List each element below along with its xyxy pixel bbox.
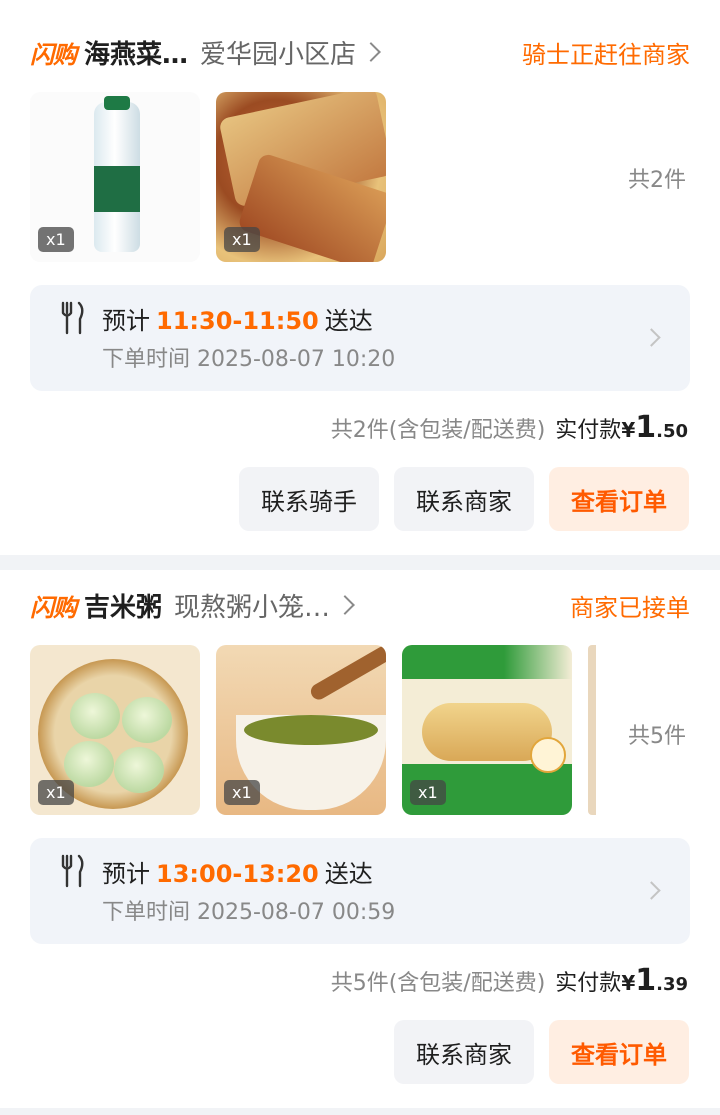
item-qty: x1 bbox=[410, 780, 446, 805]
chevron-right-icon[interactable] bbox=[335, 595, 355, 615]
shop-name[interactable]: 吉米粥 bbox=[84, 587, 162, 624]
brand-logo: 闪购 bbox=[30, 593, 77, 622]
item-qty: x1 bbox=[38, 780, 74, 805]
amount-integer: 1 bbox=[635, 963, 657, 998]
total-description: 共2件(含包装/配送费) bbox=[330, 418, 546, 443]
item-image-partial[interactable] bbox=[588, 645, 596, 815]
view-order-button[interactable]: 查看订单 bbox=[549, 1020, 689, 1084]
order-card[interactable]: 闪购 吉米粥 现熬粥小笼… 商家已接单 x1 x1 x1 共5件 预计 13:0… bbox=[0, 570, 720, 1108]
contact-rider-button[interactable]: 联系骑手 bbox=[239, 467, 379, 531]
paid-label: 实付款 bbox=[555, 971, 622, 996]
item-count: 共2件 bbox=[628, 168, 686, 193]
item-image-water-bottle[interactable]: x1 bbox=[30, 92, 200, 262]
amount-decimal: .50 bbox=[656, 421, 688, 442]
item-image-green-porridge[interactable]: x1 bbox=[216, 645, 386, 815]
order-card[interactable]: 闪购 海燕菜… 爱华园小区店 骑士正赶往商家 x1 x1 共2件 预计 11:30 bbox=[0, 0, 720, 555]
shop-branch[interactable]: 爱华园小区店 bbox=[200, 34, 356, 71]
currency-symbol: ¥ bbox=[621, 418, 636, 442]
estimated-delivery: 预计 13:00-13:20 送达 bbox=[102, 854, 373, 889]
eta-suffix: 送达 bbox=[324, 860, 373, 888]
item-thumbnails[interactable]: x1 x1 bbox=[30, 92, 386, 262]
order-status: 骑士正赶往商家 bbox=[522, 40, 690, 69]
paid-label: 实付款 bbox=[555, 418, 622, 443]
currency-symbol: ¥ bbox=[621, 971, 636, 995]
total-description: 共5件(含包装/配送费) bbox=[330, 971, 546, 996]
delivery-info[interactable]: 预计 11:30-11:50 送达 下单时间 2025-08-07 10:20 bbox=[30, 285, 690, 391]
item-image-steamed-buns[interactable]: x1 bbox=[30, 645, 200, 815]
item-thumbnails[interactable]: x1 x1 x1 bbox=[30, 645, 596, 815]
order-time: 下单时间 2025-08-07 00:59 bbox=[102, 900, 396, 925]
order-time: 下单时间 2025-08-07 10:20 bbox=[102, 347, 396, 372]
eta-suffix: 送达 bbox=[324, 307, 373, 335]
chevron-right-icon[interactable] bbox=[361, 42, 381, 62]
item-qty: x1 bbox=[38, 227, 74, 252]
amount-integer: 1 bbox=[635, 410, 657, 445]
shop-branch[interactable]: 现熬粥小笼… bbox=[174, 587, 330, 624]
eta-prefix: 预计 bbox=[102, 860, 150, 888]
order-actions: 联系骑手 联系商家 查看订单 bbox=[239, 467, 689, 531]
item-image-pancake-roll[interactable]: x1 bbox=[216, 92, 386, 262]
utensils-icon bbox=[61, 301, 84, 335]
order-header[interactable]: 闪购 吉米粥 现熬粥小笼… 商家已接单 bbox=[30, 580, 690, 630]
item-qty: x1 bbox=[224, 780, 260, 805]
view-order-button[interactable]: 查看订单 bbox=[549, 467, 689, 531]
shop-name[interactable]: 海燕菜… bbox=[84, 34, 188, 71]
item-image-egg-wrap[interactable]: x1 bbox=[402, 645, 572, 815]
contact-merchant-button[interactable]: 联系商家 bbox=[394, 467, 534, 531]
order-total: 共5件(含包装/配送费) 实付款 ¥ 1 .39 bbox=[331, 963, 688, 998]
amount-decimal: .39 bbox=[656, 974, 688, 995]
order-list: 闪购 海燕菜… 爱华园小区店 骑士正赶往商家 x1 x1 共2件 预计 11:30 bbox=[0, 0, 720, 1115]
eta-prefix: 预计 bbox=[102, 307, 150, 335]
estimated-delivery: 预计 11:30-11:50 送达 bbox=[102, 301, 373, 336]
utensils-icon bbox=[61, 854, 84, 888]
delivery-info[interactable]: 预计 13:00-13:20 送达 下单时间 2025-08-07 00:59 bbox=[30, 838, 690, 944]
contact-merchant-button[interactable]: 联系商家 bbox=[394, 1020, 534, 1084]
brand-logo: 闪购 bbox=[30, 40, 77, 69]
order-status: 商家已接单 bbox=[570, 593, 690, 622]
item-qty: x1 bbox=[224, 227, 260, 252]
item-count: 共5件 bbox=[628, 724, 686, 749]
order-actions: 联系商家 查看订单 bbox=[394, 1020, 689, 1084]
chevron-right-icon[interactable] bbox=[642, 328, 661, 347]
order-total: 共2件(含包装/配送费) 实付款 ¥ 1 .50 bbox=[331, 410, 688, 445]
chevron-right-icon[interactable] bbox=[642, 881, 661, 900]
eta-time: 13:00-13:20 bbox=[156, 860, 319, 888]
order-header[interactable]: 闪购 海燕菜… 爱华园小区店 骑士正赶往商家 bbox=[30, 27, 690, 77]
eta-time: 11:30-11:50 bbox=[156, 307, 319, 335]
